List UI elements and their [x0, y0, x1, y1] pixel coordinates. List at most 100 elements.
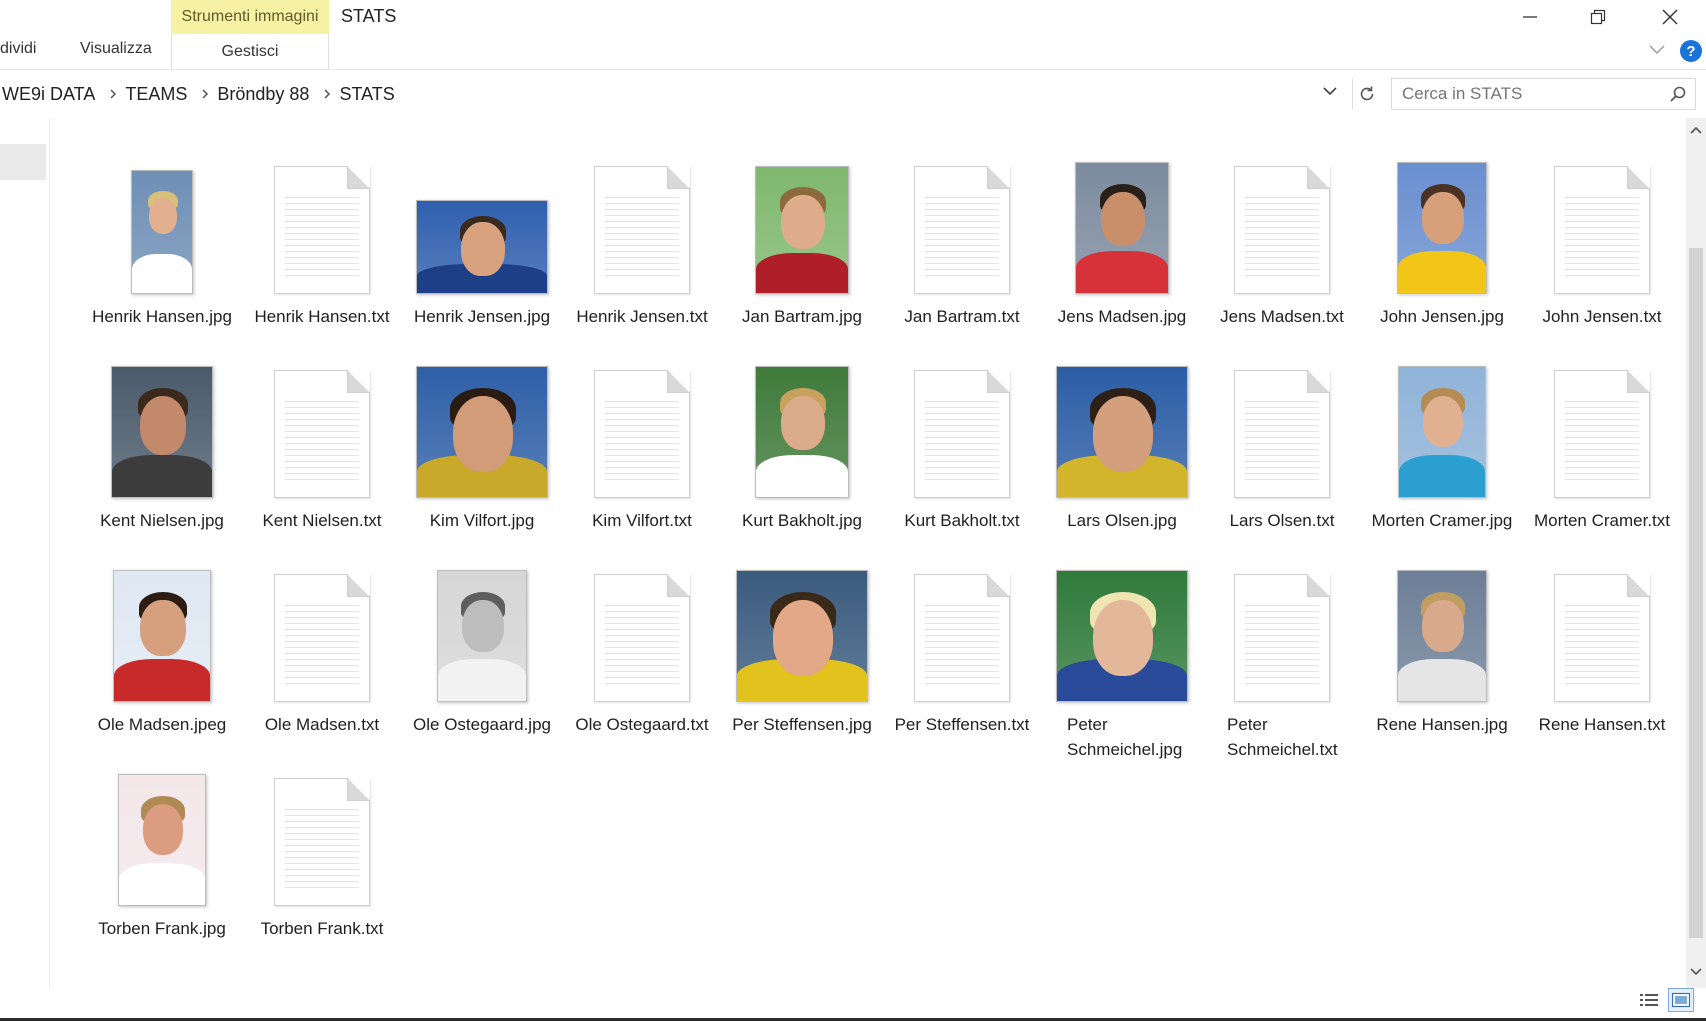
file-item-txt[interactable]: Kent Nielsen.txt: [242, 358, 402, 562]
file-item-image[interactable]: Morten Cramer.jpg: [1362, 358, 1522, 562]
file-item-image[interactable]: Kim Vilfort.jpg: [402, 358, 562, 562]
file-thumbnail: [882, 154, 1042, 294]
file-thumbnail: [1202, 562, 1362, 702]
file-item-txt[interactable]: Rene Hansen.txt: [1522, 562, 1678, 766]
chevron-right-icon[interactable]: [315, 88, 339, 100]
file-item-image[interactable]: Per Steffensen.jpg: [722, 562, 882, 766]
search-input[interactable]: [1402, 84, 1652, 104]
close-button[interactable]: [1636, 0, 1704, 34]
ribbon-expand-button[interactable]: [1648, 42, 1666, 60]
file-name-label: Torben Frank.jpg: [98, 919, 226, 938]
file-item-txt[interactable]: Peter Schmeichel.txt: [1202, 562, 1362, 766]
image-thumbnail: [437, 570, 527, 702]
help-button[interactable]: ?: [1680, 40, 1702, 62]
scrollbar-thumb[interactable]: [1689, 248, 1703, 938]
file-thumbnail: [562, 154, 722, 294]
file-item-txt[interactable]: Henrik Hansen.txt: [242, 154, 402, 358]
file-thumbnail: [1522, 154, 1678, 294]
file-name-label: John Jensen.txt: [1542, 307, 1662, 326]
file-item-image[interactable]: Henrik Jensen.jpg: [402, 154, 562, 358]
file-thumbnail: [82, 358, 242, 498]
large-icons-view-button[interactable]: [1668, 988, 1694, 1012]
minimize-button[interactable]: [1496, 0, 1564, 34]
file-item-image[interactable]: Henrik Hansen.jpg: [82, 154, 242, 358]
file-list[interactable]: Henrik Hansen.jpg Henrik Hansen.txt Henrik…: [52, 118, 1678, 988]
file-name-label: Ole Madsen.txt: [264, 715, 380, 734]
file-name-label: Peter Schmeichel.txt: [1227, 715, 1338, 759]
chevron-right-icon[interactable]: [101, 88, 125, 100]
scroll-up-button[interactable]: [1689, 122, 1703, 140]
file-name-label: Henrik Hansen.jpg: [92, 307, 232, 326]
tab-visualizza[interactable]: Visualizza: [80, 40, 152, 58]
file-item-image[interactable]: Ole Madsen.jpeg: [82, 562, 242, 766]
search-box[interactable]: [1391, 78, 1696, 110]
file-item-image[interactable]: Peter Schmeichel.jpg: [1042, 562, 1202, 766]
file-item-image[interactable]: Jens Madsen.jpg: [1042, 154, 1202, 358]
file-item-txt[interactable]: Jan Bartram.txt: [882, 154, 1042, 358]
breadcrumb-brondby-88[interactable]: Bröndby 88: [217, 84, 315, 105]
minimize-icon: [1523, 16, 1537, 18]
tab-gestisci[interactable]: Gestisci: [171, 34, 329, 70]
navigation-pane[interactable]: [0, 118, 50, 988]
file-item-txt[interactable]: Lars Olsen.txt: [1202, 358, 1362, 562]
breadcrumb-stats[interactable]: STATS: [339, 84, 400, 105]
file-item-txt[interactable]: Ole Madsen.txt: [242, 562, 402, 766]
text-document-icon: [1554, 166, 1650, 294]
file-name-label: Kent Nielsen.jpg: [100, 511, 224, 530]
text-document-icon: [1234, 370, 1330, 498]
close-icon: [1662, 9, 1678, 25]
file-thumbnail: [402, 562, 562, 702]
image-thumbnail: [1075, 162, 1169, 294]
text-document-icon: [914, 574, 1010, 702]
file-item-txt[interactable]: Kim Vilfort.txt: [562, 358, 722, 562]
image-thumbnail: [111, 366, 213, 498]
file-item-txt[interactable]: Jens Madsen.txt: [1202, 154, 1362, 358]
nav-selected-item[interactable]: [0, 144, 46, 180]
text-document-icon: [594, 166, 690, 294]
file-item-txt[interactable]: Henrik Jensen.txt: [562, 154, 722, 358]
file-item-image[interactable]: Lars Olsen.jpg: [1042, 358, 1202, 562]
file-item-txt[interactable]: Per Steffensen.txt: [882, 562, 1042, 766]
file-thumbnail: [1042, 154, 1202, 294]
file-item-txt[interactable]: Ole Ostegaard.txt: [562, 562, 722, 766]
image-thumbnail: [1056, 570, 1188, 702]
file-item-txt[interactable]: Morten Cramer.txt: [1522, 358, 1678, 562]
file-name-label: John Jensen.jpg: [1380, 307, 1504, 326]
refresh-icon: [1360, 86, 1373, 101]
file-name-label: Henrik Jensen.txt: [576, 307, 708, 326]
image-thumbnail: [755, 366, 849, 498]
file-thumbnail: [562, 562, 722, 702]
file-item-image[interactable]: Torben Frank.jpg: [82, 766, 242, 970]
file-item-txt[interactable]: Torben Frank.txt: [242, 766, 402, 970]
file-item-image[interactable]: Jan Bartram.jpg: [722, 154, 882, 358]
file-item-txt[interactable]: John Jensen.txt: [1522, 154, 1678, 358]
scroll-down-button[interactable]: [1689, 964, 1703, 982]
restore-button[interactable]: [1564, 0, 1632, 34]
text-document-icon: [914, 166, 1010, 294]
view-mode-buttons: [1636, 988, 1694, 1012]
file-thumbnail: [562, 358, 722, 498]
details-view-button[interactable]: [1636, 988, 1662, 1012]
file-name-label: Lars Olsen.jpg: [1067, 511, 1177, 530]
search-icon[interactable]: [1669, 85, 1687, 108]
breadcrumb-teams[interactable]: TEAMS: [125, 84, 193, 105]
tab-dividi[interactable]: dividi: [0, 40, 36, 58]
file-name-label: Jan Bartram.jpg: [742, 307, 862, 326]
file-item-txt[interactable]: Kurt Bakholt.txt: [882, 358, 1042, 562]
file-item-image[interactable]: Rene Hansen.jpg: [1362, 562, 1522, 766]
file-name-label: Ole Ostegaard.txt: [575, 715, 709, 734]
vertical-scrollbar[interactable]: [1686, 118, 1706, 988]
file-item-image[interactable]: Kurt Bakholt.jpg: [722, 358, 882, 562]
file-item-image[interactable]: Kent Nielsen.jpg: [82, 358, 242, 562]
file-thumbnail: [82, 154, 242, 294]
breadcrumb-we9i-data[interactable]: WE9i DATA: [2, 84, 101, 105]
file-grid: Henrik Hansen.jpg Henrik Hansen.txt Henrik…: [82, 154, 1678, 970]
address-history-dropdown[interactable]: [1322, 84, 1338, 102]
file-item-image[interactable]: John Jensen.jpg: [1362, 154, 1522, 358]
file-name-label: Kurt Bakholt.txt: [904, 511, 1020, 530]
file-item-image[interactable]: Ole Ostegaard.jpg: [402, 562, 562, 766]
chevron-right-icon[interactable]: [193, 88, 217, 100]
text-document-icon: [914, 370, 1010, 498]
refresh-button[interactable]: [1352, 79, 1380, 109]
breadcrumb: WE9i DATA TEAMS Bröndby 88 STATS: [2, 76, 401, 112]
